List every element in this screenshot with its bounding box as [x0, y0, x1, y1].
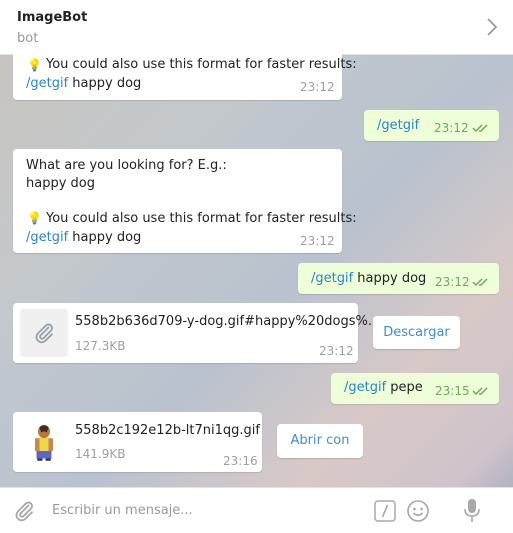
- message-command-line: /getgif happy dog: [26, 230, 141, 245]
- download-button[interactable]: Descargar: [373, 316, 460, 349]
- command-link[interactable]: /getgif: [26, 230, 68, 245]
- message-input[interactable]: Escribir un mensaje...: [52, 503, 193, 518]
- chat-subtitle: bot: [17, 31, 39, 46]
- file-thumbnail[interactable]: [20, 309, 68, 357]
- message-text: happy dog: [353, 271, 427, 286]
- paperclip-icon[interactable]: [12, 499, 36, 523]
- message-time: 23:15: [435, 384, 470, 398]
- message-text: You could also use this format for faste…: [46, 211, 357, 226]
- message-incoming: What are you looking for? E.g.: happy do…: [13, 149, 357, 253]
- message-time: 23:12: [434, 121, 469, 135]
- open-with-button[interactable]: Abrir con: [277, 424, 363, 458]
- message-text: happy dog: [26, 176, 95, 191]
- message-text: What are you looking for? E.g.:: [26, 158, 227, 173]
- message-incoming: 💡 You could also use this format for fas…: [13, 45, 357, 100]
- message-outgoing: /getgif pepe 23:15: [331, 373, 499, 404]
- message-time: 23:12: [319, 344, 354, 358]
- file-size: 127.3KB: [75, 339, 126, 353]
- message-time: 23:12: [300, 234, 335, 248]
- chevron-right-icon[interactable]: [485, 16, 499, 38]
- message-time: 23:12: [300, 80, 335, 94]
- message-time: 23:16: [223, 454, 258, 468]
- message-time: 23:12: [435, 275, 470, 289]
- message-text: pepe: [386, 380, 423, 395]
- message-text: happy dog: [68, 76, 142, 91]
- message-command-line: /getgif pepe: [344, 380, 423, 395]
- message-file[interactable]: 558b2b636d709-y-dog.gif#happy%20dogs%...…: [13, 303, 380, 363]
- lightbulb-icon: 💡: [27, 211, 42, 225]
- double-check-icon: [472, 124, 488, 133]
- command-link[interactable]: /getgif: [26, 76, 68, 91]
- message-file[interactable]: 558b2c192e12b-lt7ni1qg.gif 141.9KB 23:16: [13, 412, 262, 472]
- double-check-icon: [472, 387, 488, 396]
- message-outgoing: /getgif 23:12: [364, 110, 499, 141]
- emoji-icon[interactable]: [406, 499, 430, 523]
- message-text: You could also use this format for faste…: [46, 57, 357, 72]
- file-name: 558b2c192e12b-lt7ni1qg.gif: [75, 423, 260, 438]
- lightbulb-icon: 💡: [27, 58, 42, 72]
- file-size: 141.9KB: [75, 447, 126, 461]
- bot-command-icon[interactable]: [374, 500, 396, 522]
- paperclip-icon: [35, 323, 53, 344]
- microphone-icon[interactable]: [462, 498, 482, 524]
- double-check-icon: [472, 278, 488, 287]
- message-outgoing: /getgif happy dog 23:12: [298, 263, 499, 294]
- message-composer: Escribir un mensaje...: [0, 487, 513, 533]
- command-link[interactable]: /getgif: [344, 380, 386, 395]
- gif-thumbnail[interactable]: [29, 417, 59, 467]
- command-link[interactable]: /getgif: [311, 271, 353, 286]
- file-name: 558b2b636d709-y-dog.gif#happy%20dogs%...: [75, 314, 381, 329]
- message-command-line: /getgif happy dog: [26, 76, 141, 91]
- message-text: happy dog: [68, 230, 142, 245]
- message-command-line: /getgif happy dog: [311, 271, 426, 286]
- chat-title: ImageBot: [17, 10, 88, 25]
- command-link[interactable]: /getgif: [377, 118, 419, 133]
